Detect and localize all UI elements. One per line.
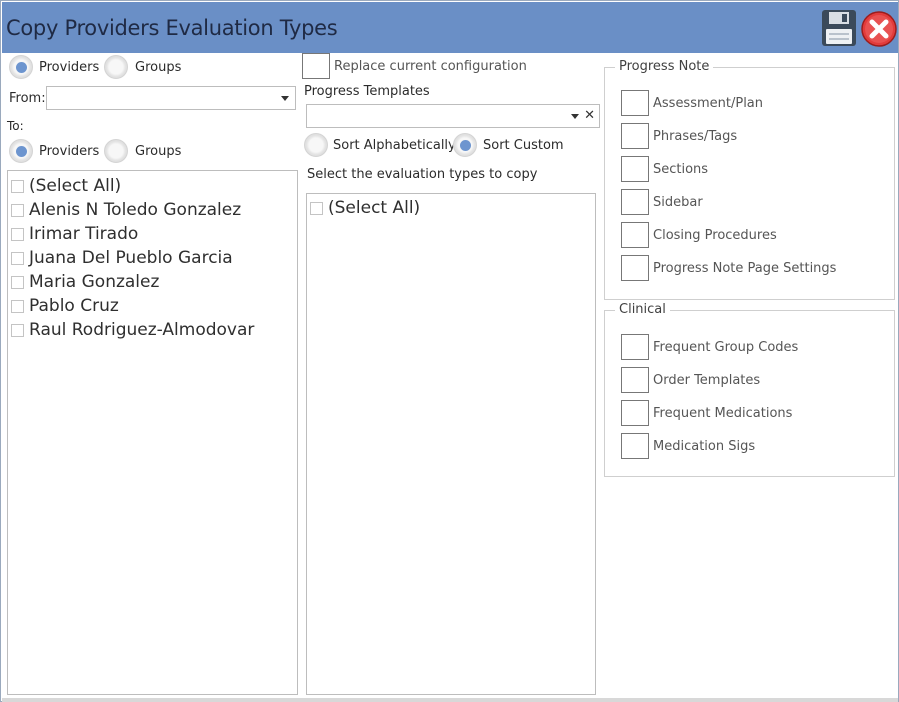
sort-custom-label: Sort Custom	[483, 138, 564, 153]
option-frequent-group-codes[interactable]: Frequent Group Codes	[621, 333, 798, 361]
checkbox[interactable]	[621, 334, 649, 360]
source-providers-label: Providers	[39, 60, 100, 75]
progress-templates-dropdown[interactable]: ✕	[306, 104, 600, 128]
checkbox[interactable]	[621, 123, 649, 149]
eval-types-list[interactable]: (Select All)	[306, 193, 596, 695]
close-icon	[861, 11, 897, 47]
from-dropdown[interactable]	[46, 86, 296, 110]
list-item[interactable]: (Select All)	[310, 197, 420, 219]
checkbox[interactable]	[11, 299, 24, 313]
replace-config-label: Replace current configuration	[334, 59, 527, 74]
checkbox[interactable]	[11, 203, 24, 217]
checkbox[interactable]	[621, 189, 649, 215]
source-groups-radio[interactable]	[104, 55, 128, 79]
list-item[interactable]: Maria Gonzalez	[11, 271, 159, 293]
sort-alphabetically-radio[interactable]	[304, 133, 328, 157]
replace-config-checkbox[interactable]	[302, 53, 330, 79]
option-phrases-tags[interactable]: Phrases/Tags	[621, 122, 737, 150]
from-label: From:	[9, 91, 46, 106]
target-groups-label: Groups	[135, 144, 182, 159]
checkbox[interactable]	[621, 222, 649, 248]
option-sidebar[interactable]: Sidebar	[621, 188, 703, 216]
checkbox[interactable]	[11, 179, 24, 193]
option-page-settings[interactable]: Progress Note Page Settings	[621, 254, 836, 282]
progress-note-title: Progress Note	[615, 59, 714, 74]
checkbox[interactable]	[11, 251, 24, 265]
close-button[interactable]	[860, 10, 898, 48]
window-bottom-border	[2, 698, 898, 702]
option-closing-procedures[interactable]: Closing Procedures	[621, 221, 777, 249]
option-assessment-plan[interactable]: Assessment/Plan	[621, 89, 763, 117]
target-providers-list[interactable]: (Select All) Alenis N Toledo Gonzalez Ir…	[7, 170, 298, 695]
list-item[interactable]: Raul Rodriguez-Almodovar	[11, 319, 254, 341]
option-medication-sigs[interactable]: Medication Sigs	[621, 432, 755, 460]
checkbox[interactable]	[11, 275, 24, 289]
target-providers-radio[interactable]	[9, 139, 33, 163]
chevron-down-icon[interactable]	[571, 114, 579, 119]
checkbox[interactable]	[621, 255, 649, 281]
window-title: Copy Providers Evaluation Types	[6, 16, 338, 40]
copy-providers-window: Copy Providers Evaluation Types Provider…	[0, 0, 899, 702]
checkbox[interactable]	[11, 323, 24, 337]
source-providers-radio[interactable]	[9, 55, 33, 79]
progress-note-group: Progress Note Assessment/Plan Phrases/Ta…	[604, 59, 895, 300]
to-label: To:	[7, 119, 24, 133]
floppy-disk-icon	[822, 10, 856, 46]
list-item[interactable]: (Select All)	[11, 175, 121, 197]
sort-alphabetically-label: Sort Alphabetically	[333, 138, 456, 153]
list-item[interactable]: Juana Del Pueblo Garcia	[11, 247, 233, 269]
eval-types-label: Select the evaluation types to copy	[307, 167, 538, 182]
target-providers-label: Providers	[39, 144, 100, 159]
save-button[interactable]	[821, 9, 857, 47]
checkbox[interactable]	[621, 367, 649, 393]
clear-icon[interactable]: ✕	[584, 108, 595, 123]
checkbox[interactable]	[310, 201, 323, 215]
title-bar: Copy Providers Evaluation Types	[2, 2, 898, 53]
checkbox[interactable]	[621, 156, 649, 182]
checkbox[interactable]	[621, 90, 649, 116]
checkbox[interactable]	[11, 227, 24, 241]
progress-templates-label: Progress Templates	[304, 84, 430, 99]
list-item[interactable]: Irimar Tirado	[11, 223, 138, 245]
list-item[interactable]: Pablo Cruz	[11, 295, 119, 317]
option-frequent-medications[interactable]: Frequent Medications	[621, 399, 792, 427]
chevron-down-icon	[281, 96, 289, 101]
sort-custom-radio[interactable]	[453, 133, 477, 157]
target-groups-radio[interactable]	[104, 139, 128, 163]
option-order-templates[interactable]: Order Templates	[621, 366, 760, 394]
checkbox[interactable]	[621, 433, 649, 459]
source-groups-label: Groups	[135, 60, 182, 75]
option-sections[interactable]: Sections	[621, 155, 708, 183]
checkbox[interactable]	[621, 400, 649, 426]
list-item[interactable]: Alenis N Toledo Gonzalez	[11, 199, 241, 221]
clinical-title: Clinical	[615, 302, 670, 317]
clinical-group: Clinical Frequent Group Codes Order Temp…	[604, 302, 895, 477]
